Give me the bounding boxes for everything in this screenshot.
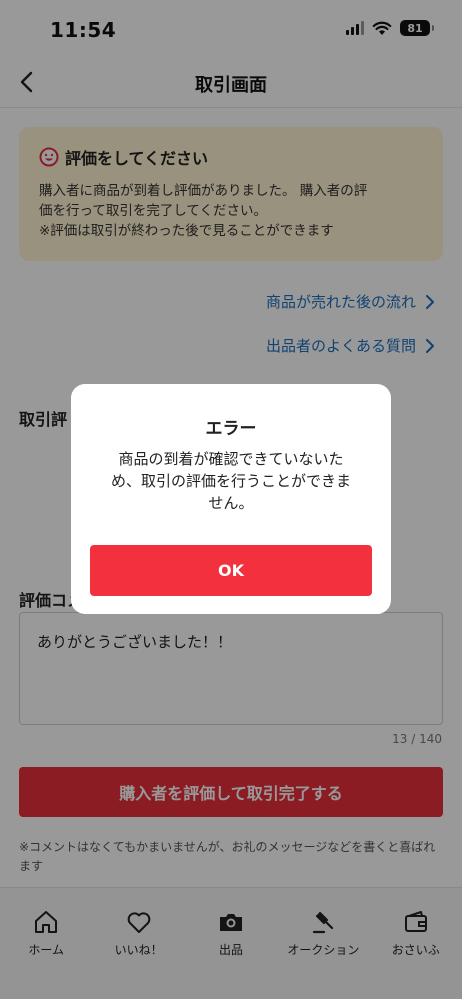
dialog-message-line: せん。 [208,494,254,512]
dialog-title: エラー [205,419,257,439]
ok-button[interactable]: OK [90,545,372,596]
dialog-message: 商品の到着が確認できていないた め、取引の評価を行うことができま せん。 [99,448,363,514]
dialog-message-line: め、取引の評価を行うことができま [110,472,351,490]
error-dialog: エラー 商品の到着が確認できていないた め、取引の評価を行うことができま せん。… [71,384,391,614]
dialog-message-line: 商品の到着が確認できていないた [118,450,344,468]
